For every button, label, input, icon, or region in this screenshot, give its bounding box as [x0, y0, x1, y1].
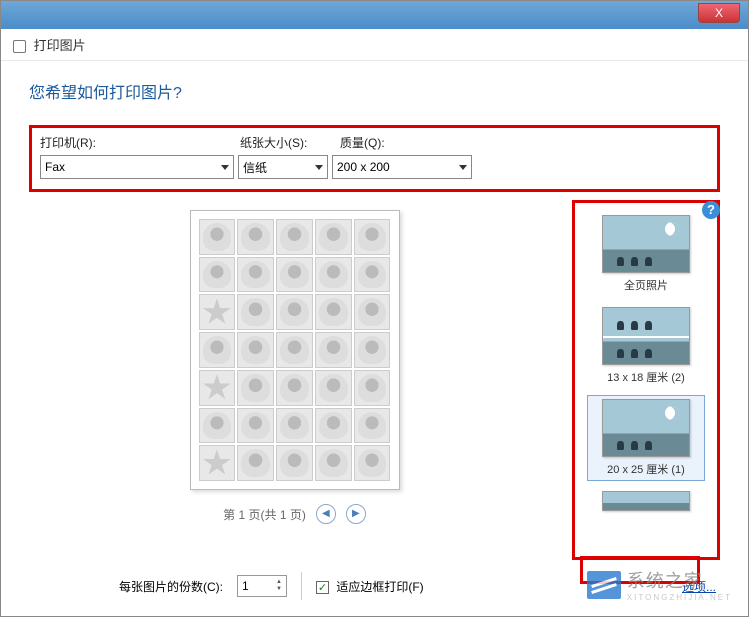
page-info-text: 第 1 页(共 1 页) — [223, 506, 306, 523]
preview-thumb — [276, 294, 313, 330]
preview-thumb — [315, 294, 352, 330]
chevron-down-icon — [221, 165, 229, 170]
layout-preview-icon — [602, 307, 690, 365]
close-button[interactable]: X — [698, 3, 740, 23]
print-dialog: X 打印图片 您希望如何打印图片? 打印机(R): 纸张大小(S): 质量(Q)… — [0, 0, 749, 617]
preview-thumb — [199, 408, 236, 444]
preview-thumb — [199, 257, 236, 293]
preview-thumb — [199, 294, 236, 330]
watermark: 系统之家 XITONGZHIJIA.NET — [587, 567, 732, 602]
page-navigator: 第 1 页(共 1 页) ◀ ▶ — [29, 504, 560, 524]
preview-column: 第 1 页(共 1 页) ◀ ▶ — [29, 200, 560, 560]
paper-value: 信纸 — [243, 159, 267, 176]
preview-thumb — [237, 257, 274, 293]
preview-thumb — [237, 332, 274, 368]
printer-value: Fax — [45, 160, 65, 174]
preview-thumb — [199, 445, 236, 481]
watermark-sub: XITONGZHIJIA.NET — [627, 593, 732, 602]
titlebar: X — [1, 1, 748, 29]
preview-thumb — [276, 370, 313, 406]
quality-value: 200 x 200 — [337, 160, 390, 174]
help-icon[interactable]: ? — [702, 201, 720, 219]
copies-spinner[interactable]: 1 ▲▼ — [237, 575, 287, 597]
preview-thumb — [237, 445, 274, 481]
layout-next[interactable] — [587, 487, 705, 519]
prev-page-button[interactable]: ◀ — [316, 504, 336, 524]
dialog-header: 打印图片 — [1, 29, 748, 61]
chevron-down-icon — [459, 165, 467, 170]
preview-thumb — [237, 370, 274, 406]
layout-label: 全页照片 — [591, 277, 701, 293]
preview-thumb — [276, 257, 313, 293]
fit-frame-label: 适应边框打印(F) — [336, 580, 423, 594]
preview-thumb — [354, 332, 391, 368]
fit-frame-checkbox[interactable]: ✓ 适应边框打印(F) — [316, 578, 424, 595]
preview-thumb — [354, 257, 391, 293]
preview-thumb — [315, 332, 352, 368]
preview-thumb — [315, 445, 352, 481]
header-title: 打印图片 — [34, 38, 86, 53]
preview-thumb — [199, 370, 236, 406]
preview-thumb — [315, 408, 352, 444]
layout-20x25[interactable]: 20 x 25 厘米 (1) — [587, 395, 705, 481]
preview-thumb — [315, 257, 352, 293]
preview-thumb — [199, 332, 236, 368]
layouts-highlight: 全页照片 13 x 18 厘米 (2) 20 x 25 厘米 (1) — [572, 200, 720, 560]
checkbox-icon: ✓ — [316, 581, 329, 594]
layouts-list[interactable]: 全页照片 13 x 18 厘米 (2) 20 x 25 厘米 (1) — [579, 205, 713, 555]
layout-label: 13 x 18 厘米 (2) — [591, 369, 701, 385]
preview-thumb — [315, 219, 352, 255]
preview-page — [190, 210, 400, 490]
preview-thumb — [237, 219, 274, 255]
quality-label: 质量(Q): — [340, 134, 480, 151]
watermark-text: 系统之家 — [627, 567, 732, 593]
preview-thumb — [315, 370, 352, 406]
preview-thumb — [354, 408, 391, 444]
preview-thumb — [276, 219, 313, 255]
print-icon — [13, 40, 26, 53]
preview-thumb — [276, 332, 313, 368]
layout-preview-icon — [602, 215, 690, 273]
layout-preview-icon — [602, 399, 690, 457]
watermark-logo-icon — [587, 571, 621, 599]
prompt-text: 您希望如何打印图片? — [29, 79, 720, 103]
layout-full-page[interactable]: 全页照片 — [587, 211, 705, 297]
paper-combobox[interactable]: 信纸 — [238, 155, 328, 179]
preview-thumb — [354, 294, 391, 330]
preview-thumb — [354, 445, 391, 481]
spinner-arrows-icon: ▲▼ — [276, 579, 282, 593]
print-settings-highlight: 打印机(R): 纸张大小(S): 质量(Q): Fax 信纸 200 x 200 — [29, 125, 720, 192]
printer-label: 打印机(R): — [40, 134, 240, 151]
layout-label: 20 x 25 厘米 (1) — [591, 461, 701, 477]
layout-preview-icon — [602, 491, 690, 511]
layout-13x18[interactable]: 13 x 18 厘米 (2) — [587, 303, 705, 389]
preview-thumb — [237, 294, 274, 330]
preview-thumb — [276, 408, 313, 444]
quality-combobox[interactable]: 200 x 200 — [332, 155, 472, 179]
preview-thumb — [276, 445, 313, 481]
next-page-button[interactable]: ▶ — [346, 504, 366, 524]
chevron-down-icon — [315, 165, 323, 170]
copies-label: 每张图片的份数(C): — [119, 578, 223, 595]
preview-thumb — [354, 370, 391, 406]
printer-combobox[interactable]: Fax — [40, 155, 234, 179]
separator — [301, 572, 302, 600]
preview-thumb — [354, 219, 391, 255]
copies-value: 1 — [242, 579, 249, 593]
preview-thumb — [199, 219, 236, 255]
paper-label: 纸张大小(S): — [240, 134, 340, 151]
preview-thumb — [237, 408, 274, 444]
